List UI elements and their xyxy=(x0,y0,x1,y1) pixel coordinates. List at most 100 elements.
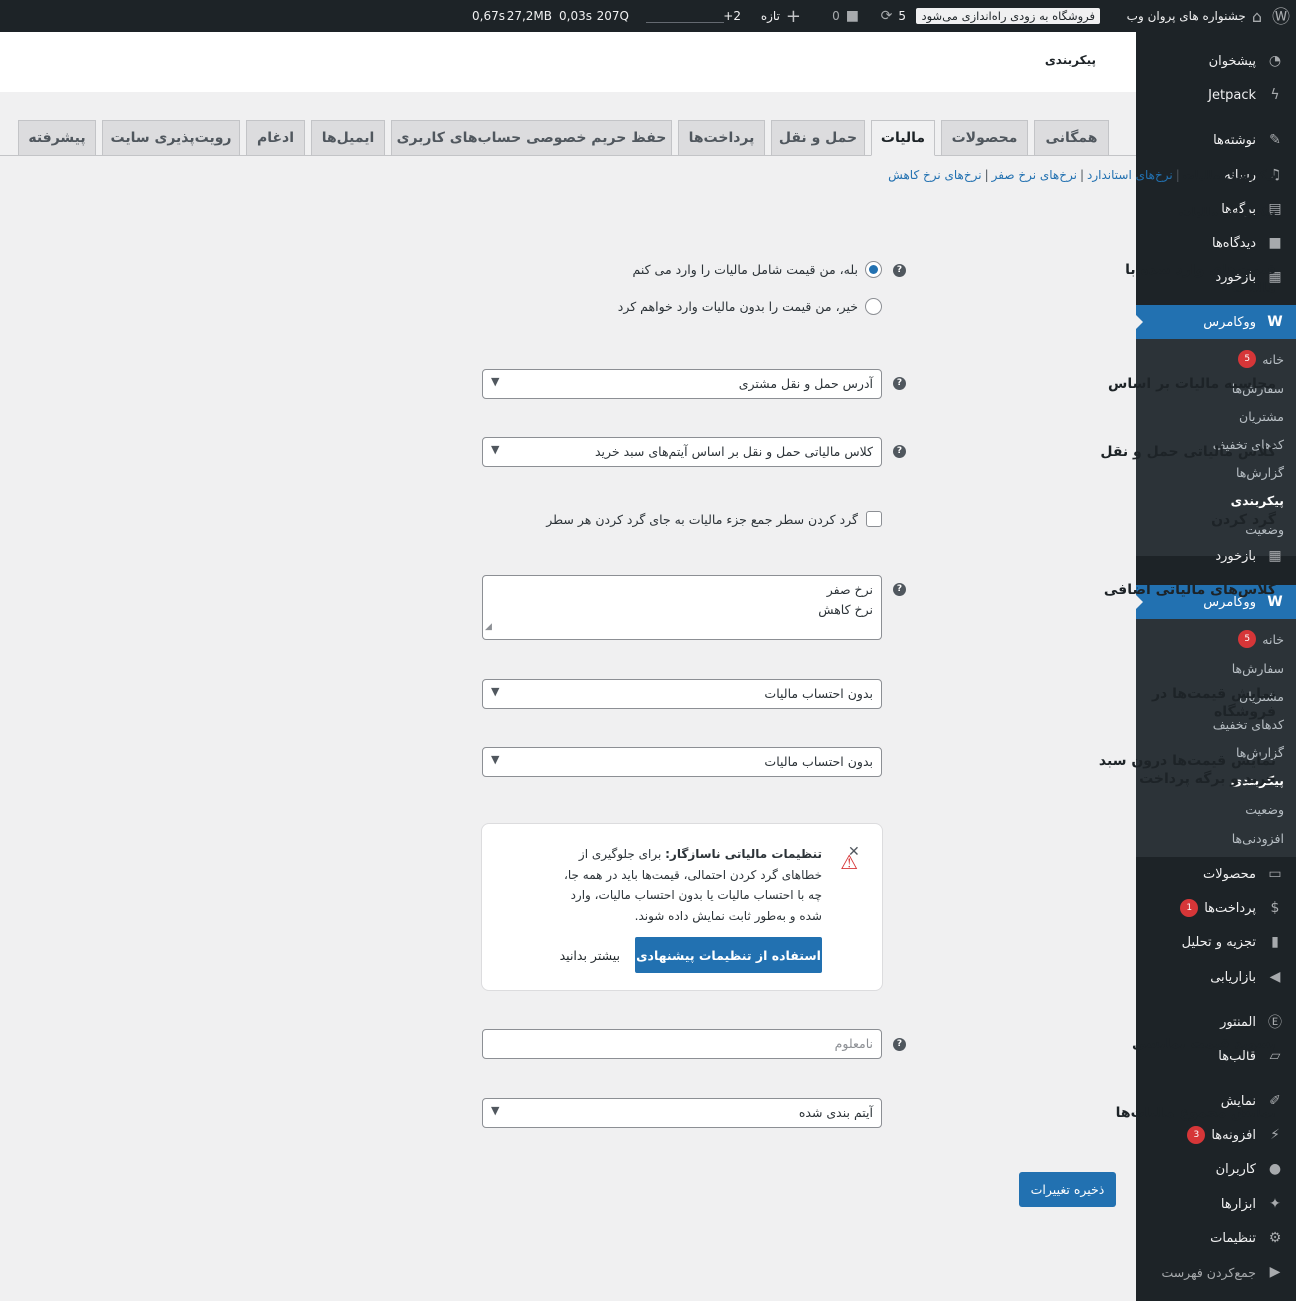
suffix-input[interactable]: نامعلوم xyxy=(482,1029,882,1059)
wp-logo-button[interactable]: Ⓦ xyxy=(1272,0,1290,32)
use-recommended-button[interactable]: استفاده از تنظیمات پیشنهادی xyxy=(635,937,822,973)
current-arrow xyxy=(1135,314,1143,330)
menu-tools[interactable]: ✦ ابزارها xyxy=(1136,1187,1296,1221)
tab-payments[interactable]: پرداخت‌ها xyxy=(678,120,765,156)
menu-label: المنتور xyxy=(1220,1014,1256,1030)
shipping-class-select[interactable]: کلاس مالیاتی حمل و نقل بر اساس آیتم‌های … xyxy=(482,437,882,467)
tab-products[interactable]: محصولات xyxy=(941,120,1028,156)
submenu-home[interactable]: خانه 5 xyxy=(1136,345,1296,373)
collapse-menu-button[interactable]: ▶ جمع‌کردن فهرست xyxy=(1136,1255,1296,1289)
user-icon: ● xyxy=(1268,1161,1282,1177)
help-icon[interactable]: ? xyxy=(893,583,906,596)
subsub-zero-rates[interactable]: نرخ‌های نرخ صفر xyxy=(992,168,1077,182)
wordpress-icon: Ⓦ xyxy=(1272,7,1290,28)
qm-queries[interactable]: 207Q xyxy=(597,0,629,32)
menu-dashboard[interactable]: ◔ پیشخوان xyxy=(1136,44,1296,78)
site-name-link[interactable]: ⌂ جشنواره های پروان وب xyxy=(1127,0,1262,32)
submenu-customers[interactable]: مشتریان xyxy=(1136,402,1296,430)
subsub-separator: | xyxy=(984,168,989,182)
comments-count: 0 xyxy=(832,9,840,23)
notice-text: تنظیمات مالیاتی ناسازگار: برای جلوگیری ا… xyxy=(547,844,822,926)
qm-memory[interactable]: 27,2MB xyxy=(507,0,552,32)
display-shop-select[interactable]: بدون احتساب مالیات ▼ xyxy=(482,679,882,709)
menu-analytics[interactable]: ▮ تجزیه و تحلیل xyxy=(1136,925,1296,959)
menu-payments[interactable]: $ پرداخت‌ها 1 xyxy=(1136,891,1296,925)
submenu-extensions[interactable]: افزودنی‌ها xyxy=(1136,824,1296,852)
subsub-standard-rates[interactable]: نرخ‌های استاندارد xyxy=(1087,168,1173,182)
menu-label: پرداخت‌ها xyxy=(1204,900,1256,916)
rounding-text: گرد کردن سطر جمع جزء مالیات به جای گرد ک… xyxy=(546,512,858,527)
menu-elementor[interactable]: Ⓔ المنتور xyxy=(1136,1005,1296,1039)
comments-link[interactable]: ■ 0 xyxy=(832,0,859,32)
menu-label: پیشخوان xyxy=(1208,53,1256,69)
menu-label: بازاریابی xyxy=(1210,969,1256,985)
dashboard-icon: ◔ xyxy=(1268,53,1282,69)
elementor-icon: Ⓔ xyxy=(1268,1015,1282,1031)
prices-entered-no-label: خیر، من قیمت را بدون مالیات وارد خواهم ک… xyxy=(617,299,858,314)
totals-select[interactable]: آیتم بندی شده ▼ xyxy=(482,1098,882,1128)
submenu-reports[interactable]: گزارش‌ها xyxy=(1136,458,1296,486)
tab-privacy[interactable]: حفظ حریم خصوصی حساب‌های کاربری xyxy=(391,120,672,156)
prices-entered-no-radio[interactable] xyxy=(865,298,882,315)
tab-emails[interactable]: ایمیل‌ها xyxy=(311,120,385,156)
tab-general[interactable]: همگانی xyxy=(1034,120,1109,156)
collapse-icon: ▶ xyxy=(1269,1264,1281,1280)
close-icon[interactable]: ✕ xyxy=(848,844,860,860)
qm-time2[interactable]: 0,67s xyxy=(472,0,505,32)
submenu-status[interactable]: وضعیت xyxy=(1136,795,1296,823)
notification-badge: 1 xyxy=(1180,899,1199,917)
help-icon[interactable]: ? xyxy=(893,445,906,458)
totals-label: نمایش مجموع مالیات‌ها xyxy=(1115,1105,1276,1121)
rounding-checkbox[interactable] xyxy=(866,511,882,527)
store-notice[interactable]: فروشگاه به زودی راه‌اندازی می‌شود xyxy=(916,0,1100,32)
plugin-icon: ⚡ xyxy=(1270,1127,1280,1143)
pin-icon: ✎ xyxy=(1269,132,1281,148)
updates-link[interactable]: 5 ⟳ xyxy=(881,0,906,32)
help-icon[interactable]: ? xyxy=(893,1038,906,1051)
qm-time1[interactable]: 0,03s xyxy=(559,0,592,32)
menu-label: ووکامرس xyxy=(1203,314,1256,330)
tab-site-visibility[interactable]: رویت‌پذیری سایت xyxy=(102,120,240,156)
help-icon[interactable]: ? xyxy=(893,264,906,277)
chevron-down-icon: ▼ xyxy=(491,685,500,698)
calc-based-select[interactable]: آدرس حمل و نقل مشتری ▼ xyxy=(482,369,882,399)
menu-label: نوشته‌ها xyxy=(1213,132,1256,148)
save-changes-button[interactable]: ذخیره تغییرات xyxy=(1019,1172,1116,1207)
tab-tax[interactable]: مالیات xyxy=(871,120,935,156)
submenu-home[interactable]: خانه 5 xyxy=(1136,625,1296,653)
menu-feedback-duplicate[interactable]: ▦ بازخورد xyxy=(1136,542,1296,570)
menu-products[interactable]: ▭ محصولات xyxy=(1136,857,1296,891)
menu-marketing[interactable]: ◀ بازاریابی xyxy=(1136,960,1296,994)
admin-bar: Ⓦ ⌂ جشنواره های پروان وب فروشگاه به زودی … xyxy=(0,0,1296,32)
menu-plugins[interactable]: ⚡ افزونه‌ها 3 xyxy=(1136,1118,1296,1152)
menu-users[interactable]: ● کاربران xyxy=(1136,1152,1296,1186)
site-name: جشنواره های پروان وب xyxy=(1126,9,1246,23)
chevron-down-icon: ▼ xyxy=(491,1104,500,1117)
help-icon[interactable]: ? xyxy=(893,377,906,390)
additional-classes-textarea[interactable]: نرخ صفر نرخ کاهش ◢ xyxy=(482,575,882,640)
display-cart-label: نمایش قیمت‌ها درون سبد خرید و برگه پرداخ… xyxy=(1098,753,1276,787)
woo-icon: W xyxy=(1267,314,1283,330)
menu-settings[interactable]: ⚙ تنظیمات xyxy=(1136,1221,1296,1255)
tab-shipping[interactable]: حمل و نقل xyxy=(771,120,865,156)
menu-jetpack[interactable]: ϟ Jetpack xyxy=(1136,78,1296,112)
subsub-reduced-rates[interactable]: نرخ‌های نرخ کاهش xyxy=(888,168,981,182)
submenu-settings[interactable]: پیکربندی xyxy=(1136,486,1296,514)
menu-comments[interactable]: ■ دیدگاه‌ها xyxy=(1136,226,1296,260)
plus-count[interactable]: 2+ xyxy=(723,0,741,32)
new-content-link[interactable]: + تازه xyxy=(761,0,801,32)
display-cart-select[interactable]: بدون احتساب مالیات ▼ xyxy=(482,747,882,777)
menu-woocommerce[interactable]: W ووکامرس xyxy=(1135,305,1296,339)
page-title: پیکربندی xyxy=(1044,53,1096,67)
menu-label: ابزارها xyxy=(1220,1196,1256,1212)
submenu-orders[interactable]: سفارش‌ها xyxy=(1136,654,1296,682)
search-field[interactable] xyxy=(646,0,724,32)
tab-advanced[interactable]: پیشرفته xyxy=(18,120,96,156)
prices-entered-yes-radio[interactable] xyxy=(865,261,882,278)
learn-more-button[interactable]: بیشتر بدانید xyxy=(560,948,620,963)
menu-posts[interactable]: ✎ نوشته‌ها xyxy=(1136,123,1296,157)
resize-handle[interactable]: ◢ xyxy=(485,617,492,637)
comments-icon: ■ xyxy=(1268,235,1282,251)
tab-integration[interactable]: ادغام xyxy=(246,120,305,156)
comment-icon: ■ xyxy=(845,8,859,24)
